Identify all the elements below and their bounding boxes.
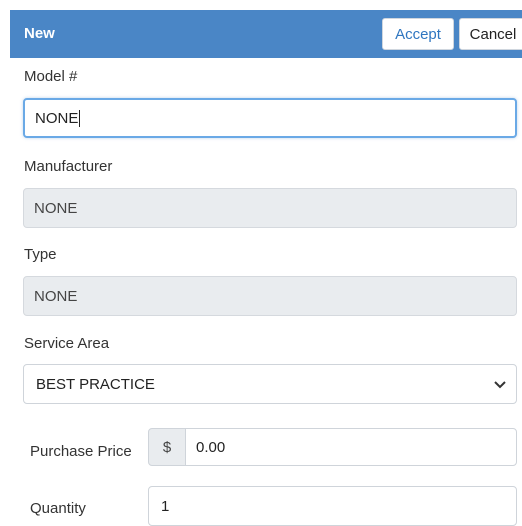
purchase-price-input[interactable]: 0.00 bbox=[185, 428, 517, 466]
type-value: NONE bbox=[34, 287, 78, 305]
type-field: NONE bbox=[23, 276, 517, 316]
quantity-label: Quantity bbox=[30, 500, 86, 517]
model-input[interactable]: NONE bbox=[23, 98, 517, 138]
manufacturer-value: NONE bbox=[34, 199, 78, 217]
cancel-button[interactable]: Cancel bbox=[459, 18, 522, 50]
accept-button[interactable]: Accept bbox=[382, 18, 454, 50]
service-area-select[interactable]: BEST PRACTICE bbox=[23, 364, 517, 404]
text-caret bbox=[79, 109, 81, 127]
quantity-value: 1 bbox=[161, 497, 170, 515]
service-area-label: Service Area bbox=[24, 335, 110, 352]
type-label: Type bbox=[24, 246, 57, 263]
chevron-down-icon bbox=[494, 377, 506, 392]
manufacturer-field: NONE bbox=[23, 188, 517, 228]
manufacturer-label: Manufacturer bbox=[24, 158, 113, 175]
purchase-price-value: 0.00 bbox=[196, 438, 226, 456]
service-area-value: BEST PRACTICE bbox=[36, 375, 155, 393]
quantity-input[interactable]: 1 bbox=[148, 486, 517, 526]
purchase-price-label: Purchase Price bbox=[30, 443, 132, 460]
dialog-title: New bbox=[24, 25, 55, 42]
currency-addon: $ bbox=[148, 428, 186, 466]
dialog-header: New Accept Cancel bbox=[10, 10, 522, 58]
model-value: NONE bbox=[35, 109, 79, 127]
model-label: Model # bbox=[24, 68, 78, 85]
